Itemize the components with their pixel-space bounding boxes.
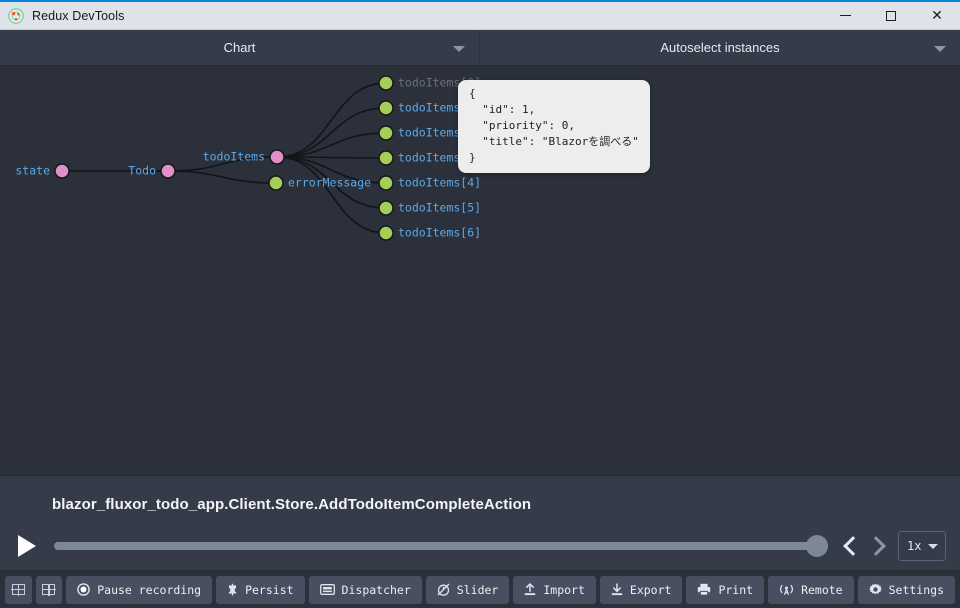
persist-button[interactable]: Persist — [216, 575, 305, 604]
settings-button[interactable]: Settings — [857, 575, 955, 604]
export-button[interactable]: Export — [599, 575, 683, 604]
step-back-button[interactable] — [838, 532, 864, 560]
current-action-title: blazor_fluxor_todo_app.Client.Store.AddT… — [52, 496, 532, 513]
monitor-select[interactable]: Chart — [0, 30, 480, 65]
chart-node-Todo[interactable] — [160, 163, 176, 179]
monitor-select-label: Chart — [223, 40, 256, 55]
redux-devtools-window: Redux DevTools ✕ Chart Autoselect instan… — [0, 0, 960, 608]
instance-select[interactable]: Autoselect instances — [480, 30, 960, 65]
maximize-icon — [886, 10, 896, 21]
title-bar: Redux DevTools ✕ — [0, 2, 960, 30]
antenna-icon — [779, 583, 794, 596]
chart-link — [276, 132, 387, 158]
remote-button[interactable]: Remote — [768, 575, 854, 604]
chart-node-label-todoItems[interactable]: todoItems — [203, 151, 265, 163]
pause-recording-button[interactable]: Pause recording — [66, 575, 213, 604]
window-title: Redux DevTools — [32, 8, 125, 23]
persist-button-label: Persist — [245, 582, 294, 597]
chart-node-todoItems6[interactable] — [378, 225, 394, 241]
close-icon: ✕ — [931, 7, 943, 24]
redux-logo-icon — [8, 7, 24, 24]
chart-node-todoItems4[interactable] — [378, 175, 394, 191]
chart-link — [276, 107, 387, 158]
slider-button-label: Slider — [456, 582, 499, 597]
print-button-label: Print — [718, 582, 754, 597]
stopwatch-icon — [437, 583, 450, 596]
window-controls: ✕ — [822, 2, 960, 30]
download-icon — [611, 583, 623, 596]
pause-recording-button-label: Pause recording — [97, 582, 202, 597]
chevron-down-icon — [453, 45, 465, 52]
playback-controls: 1x — [0, 524, 960, 568]
state-chart[interactable]: state Todo todoItems errorMessage todoItems[… — [0, 66, 960, 475]
maximize-button[interactable] — [868, 2, 914, 30]
chart-node-todoItems2[interactable] — [378, 125, 394, 141]
chart-node-label-todoItems4[interactable]: todoItems[4] — [398, 177, 481, 189]
play-button[interactable] — [18, 535, 36, 557]
node-value-tooltip: { "id": 1, "priority": 0, "title": "Blaz… — [458, 80, 650, 173]
chart-node-label-todoItems6[interactable]: todoItems[6] — [398, 227, 481, 239]
playback-speed-value: 1x — [907, 539, 922, 553]
chart-node-todoItems1[interactable] — [378, 100, 394, 116]
remote-button-label: Remote — [801, 582, 843, 597]
printer-icon — [697, 583, 711, 596]
chart-link — [167, 170, 277, 184]
print-button[interactable]: Print — [686, 575, 765, 604]
layout-horizontal-button[interactable] — [35, 575, 63, 604]
export-button-label: Export — [629, 582, 672, 597]
record-icon — [77, 583, 91, 596]
playback-speed-select[interactable]: 1x — [898, 531, 946, 561]
chart-link — [276, 156, 387, 234]
step-forward-button[interactable] — [864, 532, 890, 560]
import-button[interactable]: Import — [513, 575, 596, 604]
slider-button[interactable]: Slider — [425, 575, 510, 604]
chart-node-label-Todo[interactable]: Todo — [128, 165, 156, 177]
chart-node-todoItems0[interactable] — [378, 75, 394, 91]
upload-icon — [524, 583, 536, 596]
pin-icon — [227, 583, 238, 596]
chart-node-label-state[interactable]: state — [15, 165, 50, 177]
chart-node-todoItems3[interactable] — [378, 150, 394, 166]
chart-node-label-todoItems5[interactable]: todoItems[5] — [398, 202, 481, 214]
chart-node-errorMessage[interactable] — [268, 175, 284, 191]
minimize-icon — [839, 15, 851, 16]
layout-vertical-button[interactable] — [5, 575, 32, 604]
chart-node-state[interactable] — [54, 163, 70, 179]
chart-node-todoItems[interactable] — [269, 149, 285, 165]
grid-icon — [11, 583, 26, 596]
grid-icon — [41, 583, 56, 596]
settings-button-label: Settings — [888, 582, 944, 597]
chart-link — [276, 82, 387, 158]
close-button[interactable]: ✕ — [914, 2, 960, 30]
import-button-label: Import — [543, 582, 585, 597]
slider-track — [54, 542, 828, 550]
selector-bar: Chart Autoselect instances — [0, 30, 960, 66]
keyboard-icon — [319, 584, 335, 595]
time-travel-slider[interactable] — [54, 535, 828, 557]
instance-select-label: Autoselect instances — [660, 40, 780, 55]
minimize-button[interactable] — [822, 2, 868, 30]
chart-node-label-errorMessage[interactable]: errorMessage — [288, 177, 371, 189]
chevron-down-icon — [934, 45, 946, 52]
dispatcher-button-label: Dispatcher — [341, 582, 411, 597]
bottom-toolbar: Pause recording Persist Dispatcher Slider Im… — [0, 570, 960, 608]
slider-thumb[interactable] — [806, 535, 828, 557]
chart-node-todoItems5[interactable] — [378, 200, 394, 216]
gear-icon — [868, 583, 882, 596]
chevron-down-icon — [928, 544, 938, 549]
action-panel: blazor_fluxor_todo_app.Client.Store.AddT… — [0, 475, 960, 570]
dispatcher-button[interactable]: Dispatcher — [308, 575, 422, 604]
